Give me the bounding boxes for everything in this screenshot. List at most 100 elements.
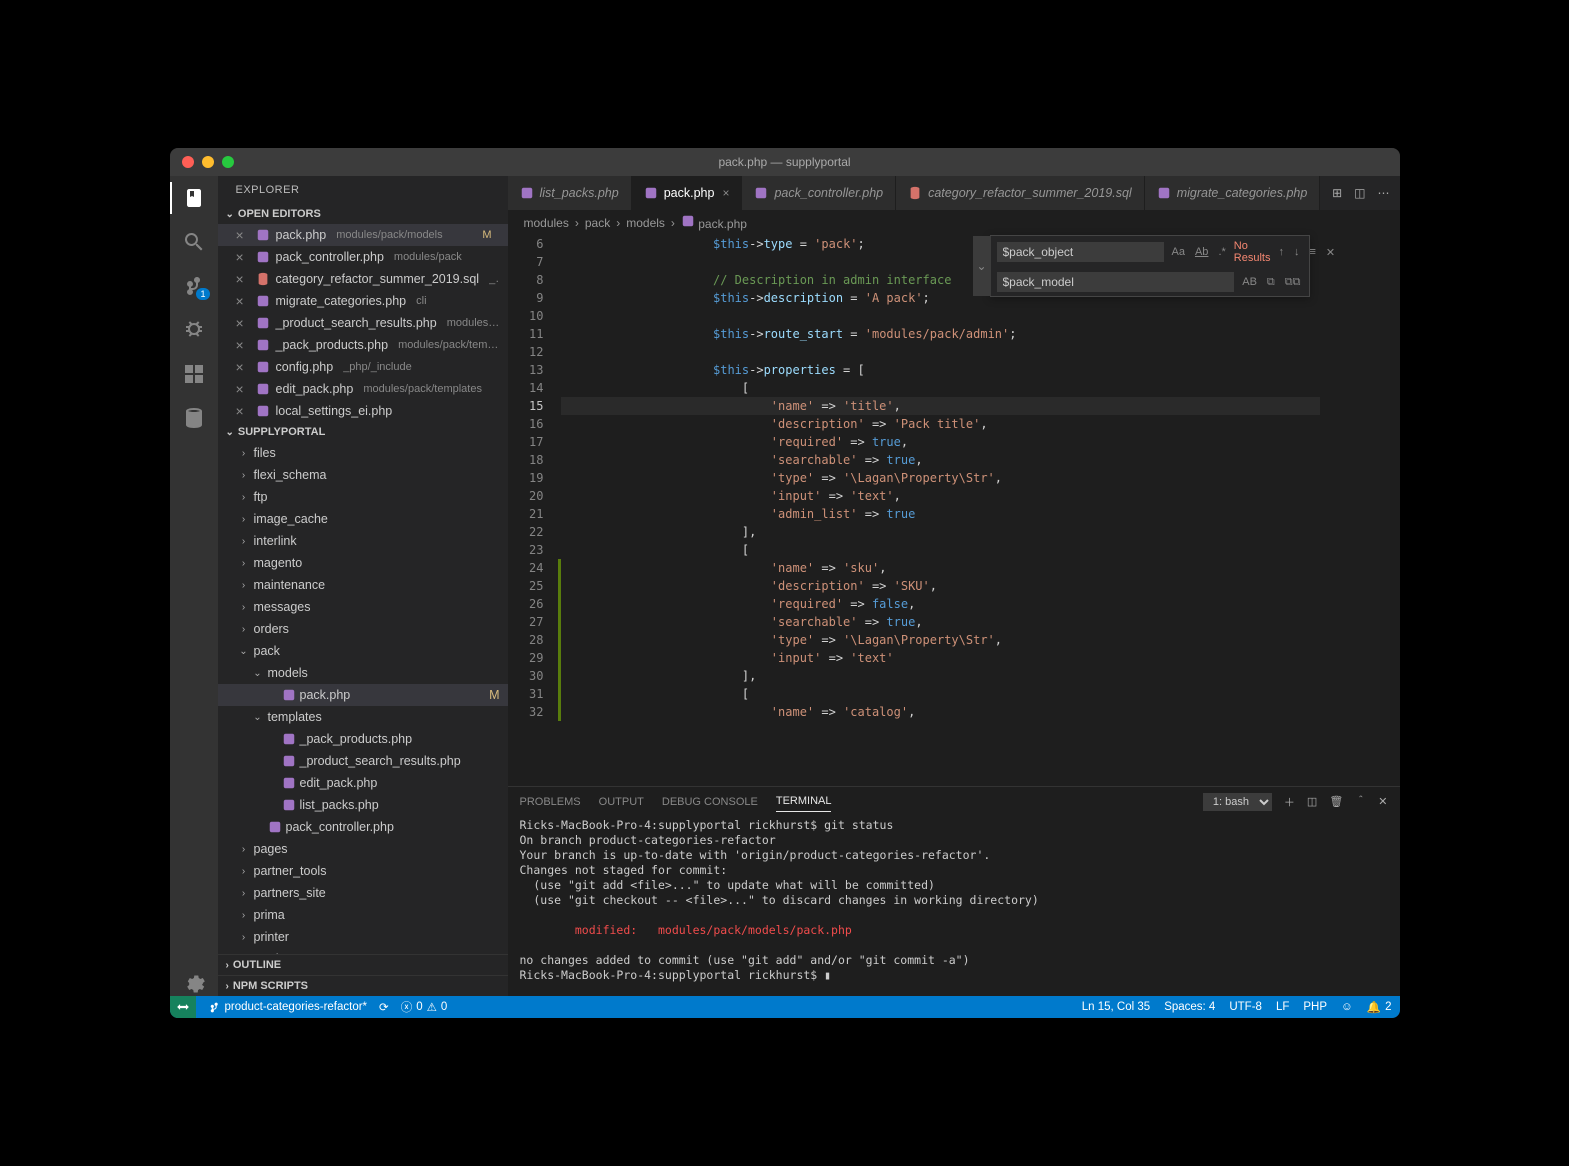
tree-folder[interactable]: ›messages — [218, 596, 508, 618]
status-lncol[interactable]: Ln 15, Col 35 — [1082, 1000, 1150, 1014]
tree-file[interactable]: edit_pack.php — [218, 772, 508, 794]
split-icon[interactable]: ◫ — [1354, 186, 1365, 200]
find-selection-icon[interactable]: ≡ — [1307, 244, 1317, 260]
breadcrumb-item[interactable]: pack — [585, 216, 610, 230]
tree-folder[interactable]: ›interlink — [218, 530, 508, 552]
tree-file[interactable]: pack.php — [218, 684, 508, 706]
close-panel-icon[interactable]: ✕ — [1378, 795, 1387, 808]
status-feedback[interactable]: ☺ — [1341, 1000, 1353, 1014]
tree-folder[interactable]: ›maintenance — [218, 574, 508, 596]
find-case-icon[interactable]: Aa — [1170, 244, 1187, 260]
tree-folder[interactable]: ›flexi_schema — [218, 464, 508, 486]
open-editor-item[interactable]: ×pack.phpmodules/pack/models — [218, 224, 508, 246]
tree-folder[interactable]: ›files — [218, 442, 508, 464]
replace-one-icon[interactable]: ⧉ — [1265, 274, 1277, 291]
search-icon[interactable] — [182, 230, 206, 254]
breadcrumb-item[interactable]: models — [626, 216, 665, 230]
find-prev-icon[interactable]: ↑ — [1276, 244, 1286, 260]
remote-indicator[interactable] — [170, 996, 196, 1018]
tree-folder[interactable]: ›magento — [218, 552, 508, 574]
tree-file[interactable]: pack_controller.php — [218, 816, 508, 838]
open-editor-item[interactable]: ×_pack_products.phpmodules/pack/template… — [218, 334, 508, 356]
close-icon[interactable]: × — [236, 315, 250, 331]
panel-tab[interactable]: DEBUG CONSOLE — [662, 792, 758, 812]
compare-icon[interactable]: ⊞ — [1332, 186, 1342, 200]
open-editor-item[interactable]: ×config.php_php/_include — [218, 356, 508, 378]
tree-folder[interactable]: ⌄pack — [218, 640, 508, 662]
close-icon[interactable]: × — [236, 337, 250, 353]
close-tab-icon[interactable]: × — [722, 186, 729, 200]
replace-input[interactable] — [997, 272, 1235, 292]
tree-folder[interactable]: ›printer — [218, 926, 508, 948]
tree-file[interactable]: _product_search_results.php — [218, 750, 508, 772]
maximize-window[interactable] — [222, 156, 234, 168]
terminal-selector[interactable]: 1: bash — [1203, 793, 1272, 811]
maximize-panel-icon[interactable]: ＾ — [1355, 794, 1366, 810]
editor-tab[interactable]: list_packs.php — [508, 176, 632, 210]
tree-file[interactable]: _pack_products.php — [218, 728, 508, 750]
tree-folder[interactable]: ›image_cache — [218, 508, 508, 530]
open-editors-header[interactable]: ⌄OPEN EDITORS — [218, 204, 508, 224]
tree-folder[interactable]: ›ftp — [218, 486, 508, 508]
find-regex-icon[interactable]: .* — [1216, 244, 1227, 260]
status-lang[interactable]: PHP — [1303, 1000, 1327, 1014]
replace-all-icon[interactable]: ⧉⧉ — [1283, 274, 1303, 291]
editor-tab[interactable]: pack_controller.php — [742, 176, 896, 210]
source-control-icon[interactable]: 1 — [182, 274, 206, 298]
find-input[interactable] — [997, 242, 1164, 262]
find-close-icon[interactable]: ✕ — [1324, 244, 1337, 261]
close-icon[interactable]: × — [236, 359, 250, 375]
breadcrumb-item[interactable]: modules — [524, 216, 569, 230]
code-editor[interactable]: $this->type = 'pack'; // Description in … — [561, 235, 1320, 786]
breadcrumb[interactable]: modules›pack›models› pack.php — [508, 210, 1400, 235]
open-editor-item[interactable]: ×local_settings_ei.php — [218, 400, 508, 422]
panel-tab[interactable]: PROBLEMS — [520, 792, 581, 812]
find-next-icon[interactable]: ↓ — [1292, 244, 1302, 260]
status-problems[interactable]: ⓧ 0 ⚠ 0 — [401, 999, 448, 1015]
tree-folder[interactable]: ⌄models — [218, 662, 508, 684]
tree-folder[interactable]: ›partner_tools — [218, 860, 508, 882]
tree-folder[interactable]: ⌄templates — [218, 706, 508, 728]
debug-icon[interactable] — [182, 318, 206, 342]
extensions-icon[interactable] — [182, 362, 206, 386]
tree-folder[interactable]: ›pages — [218, 838, 508, 860]
status-eol[interactable]: LF — [1276, 1000, 1289, 1014]
npm-header[interactable]: ›NPM SCRIPTS — [218, 975, 508, 996]
tree-file[interactable]: list_packs.php — [218, 794, 508, 816]
more-icon[interactable]: ⋯ — [1378, 186, 1390, 200]
minimap[interactable] — [1320, 235, 1400, 786]
close-icon[interactable]: × — [236, 293, 250, 309]
status-sync[interactable]: ⟳ — [379, 1000, 389, 1014]
close-icon[interactable]: × — [236, 403, 250, 419]
settings-icon[interactable] — [182, 972, 206, 996]
project-header[interactable]: ⌄SUPPLYPORTAL — [218, 422, 508, 442]
editor-tab[interactable]: pack.php× — [632, 176, 743, 210]
close-icon[interactable]: × — [236, 227, 250, 243]
panel-tab[interactable]: OUTPUT — [599, 792, 644, 812]
find-toggle-replace[interactable]: ⌄ — [973, 236, 991, 296]
breadcrumb-item[interactable]: pack.php — [681, 214, 747, 231]
replace-preserve-icon[interactable]: AB — [1240, 274, 1259, 290]
outline-header[interactable]: ›OUTLINE — [218, 954, 508, 975]
open-editor-item[interactable]: ×edit_pack.phpmodules/pack/templates — [218, 378, 508, 400]
minimize-window[interactable] — [202, 156, 214, 168]
split-terminal-icon[interactable]: ◫ — [1307, 795, 1317, 808]
close-window[interactable] — [182, 156, 194, 168]
close-icon[interactable]: × — [236, 249, 250, 265]
open-editor-item[interactable]: ×_product_search_results.phpmodules/pack… — [218, 312, 508, 334]
status-spaces[interactable]: Spaces: 4 — [1164, 1000, 1215, 1014]
close-icon[interactable]: × — [236, 271, 250, 287]
close-icon[interactable]: × — [236, 381, 250, 397]
new-terminal-icon[interactable]: ＋ — [1284, 794, 1295, 810]
status-bell[interactable]: 🔔 2 — [1367, 1000, 1392, 1014]
editor-tab[interactable]: category_refactor_summer_2019.sql — [896, 176, 1145, 210]
kill-terminal-icon[interactable]: 🗑 — [1329, 795, 1343, 808]
panel-tab[interactable]: TERMINAL — [776, 791, 832, 812]
explorer-icon[interactable] — [182, 186, 206, 210]
editor-tab[interactable]: migrate_categories.php — [1145, 176, 1321, 210]
tree-folder[interactable]: ›orders — [218, 618, 508, 640]
tree-folder[interactable]: ›partners_site — [218, 882, 508, 904]
sql-icon[interactable] — [182, 406, 206, 430]
find-word-icon[interactable]: Ab — [1193, 244, 1210, 260]
open-editor-item[interactable]: ×category_refactor_summer_2019.sql_asset… — [218, 268, 508, 290]
